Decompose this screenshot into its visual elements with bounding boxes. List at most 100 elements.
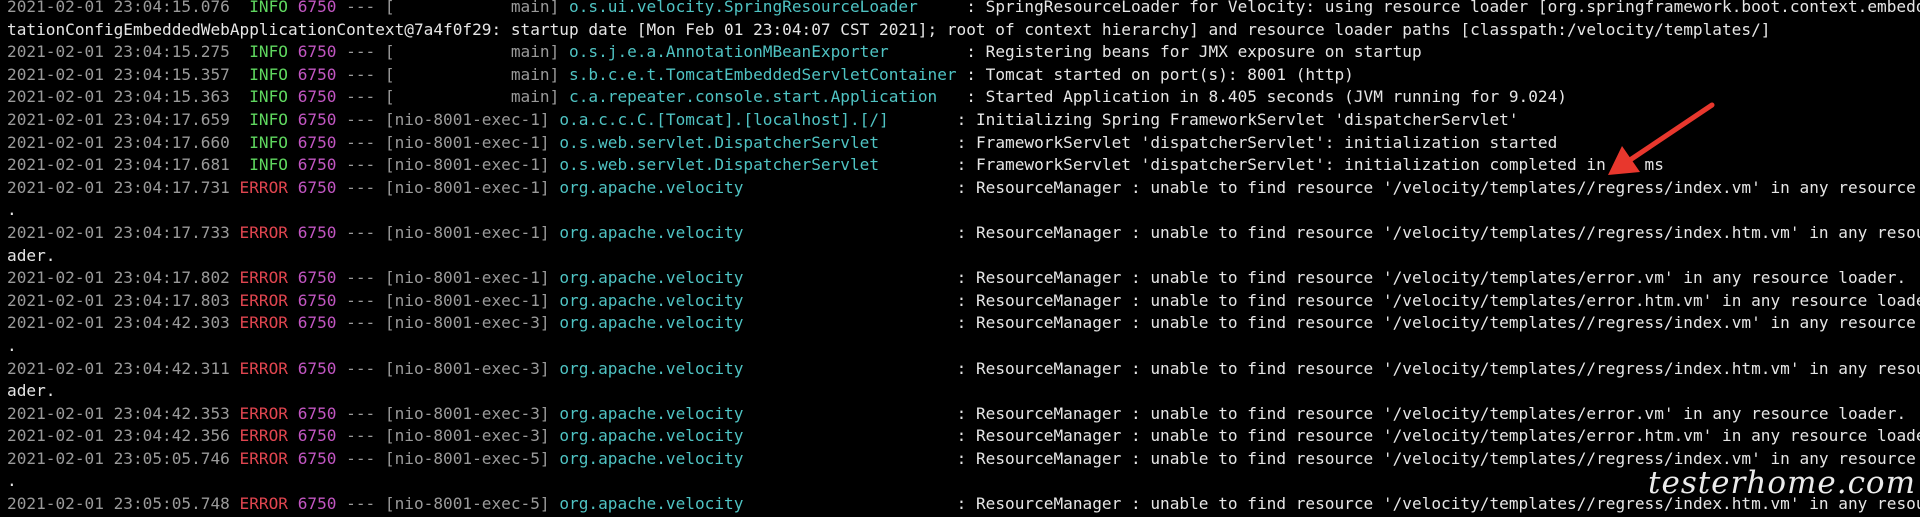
log-timestamp: 2021-02-01 23:04:15.076	[7, 0, 240, 16]
log-line: 2021-02-01 23:04:17.659 INFO 6750 --- [n…	[7, 109, 1920, 132]
log-logger: org.apache.velocity	[559, 290, 947, 310]
log-timestamp: 2021-02-01 23:04:15.363	[7, 87, 240, 107]
log-timestamp: 2021-02-01 23:04:15.357	[7, 64, 240, 84]
log-line: 2021-02-01 23:04:42.356 ERROR 6750 --- […	[7, 425, 1920, 448]
log-logger: c.a.repeater.console.start.Application	[569, 87, 957, 107]
log-info: INFO	[239, 109, 288, 129]
log-message: : ResourceManager : unable to find resou…	[946, 222, 1920, 242]
log-line: 2021-02-01 23:04:42.303 ERROR 6750 --- […	[7, 312, 1920, 335]
log-timestamp: 2021-02-01 23:04:42.303	[7, 313, 240, 333]
log-logger: org.apache.velocity	[559, 358, 947, 378]
log-pid: 6750	[288, 494, 337, 514]
log-timestamp: 2021-02-01 23:05:05.746	[7, 448, 240, 468]
log-info: INFO	[239, 132, 288, 152]
log-logger: o.s.web.servlet.DispatcherServlet	[559, 155, 947, 175]
log-thread: --- [nio-8001-exec-1]	[336, 222, 560, 242]
log-logger: org.apache.velocity	[559, 403, 947, 423]
log-thread: --- [nio-8001-exec-5]	[336, 448, 560, 468]
log-timestamp: 2021-02-01 23:04:17.659	[7, 109, 240, 129]
log-thread: --- [ main]	[336, 64, 569, 84]
log-line: 2021-02-01 23:04:17.733 ERROR 6750 --- […	[7, 222, 1920, 245]
log-timestamp: 2021-02-01 23:04:17.733	[7, 222, 240, 242]
log-error: ERROR	[239, 222, 288, 242]
log-pid: 6750	[288, 313, 337, 333]
log-timestamp: 2021-02-01 23:04:42.356	[7, 426, 240, 446]
log-message: : ResourceManager : unable to find resou…	[946, 177, 1920, 197]
log-pid: 6750	[288, 358, 337, 378]
log-message: : FrameworkServlet 'dispatcherServlet': …	[946, 155, 1664, 175]
log-timestamp: 2021-02-01 23:05:05.748	[7, 494, 240, 514]
log-logger: org.apache.velocity	[559, 426, 947, 446]
log-logger: org.apache.velocity	[559, 177, 947, 197]
log-message: : FrameworkServlet 'dispatcherServlet': …	[946, 132, 1558, 152]
log-pid: 6750	[288, 87, 337, 107]
log-message: ader.	[7, 245, 56, 265]
log-message: : ResourceManager : unable to find resou…	[946, 313, 1920, 333]
log-message: : ResourceManager : unable to find resou…	[946, 290, 1920, 310]
log-pid: 6750	[288, 155, 337, 175]
log-message: tationConfigEmbeddedWebApplicationContex…	[7, 19, 1771, 39]
log-error: ERROR	[239, 290, 288, 310]
log-thread: --- [ main]	[336, 87, 569, 107]
log-thread: --- [nio-8001-exec-1]	[336, 155, 560, 175]
log-logger: org.apache.velocity	[559, 448, 947, 468]
log-info: INFO	[239, 0, 288, 16]
log-timestamp: 2021-02-01 23:04:17.731	[7, 177, 240, 197]
log-logger: o.s.j.e.a.AnnotationMBeanExporter	[569, 42, 957, 62]
log-thread: --- [nio-8001-exec-1]	[336, 132, 560, 152]
log-info: INFO	[239, 42, 288, 62]
log-logger: s.b.c.e.t.TomcatEmbeddedServletContainer	[569, 64, 957, 84]
terminal-output[interactable]: 2021-02-01 23:04:15.076 INFO 6750 --- [ …	[0, 0, 1920, 517]
log-message: : Registering beans for JMX exposure on …	[956, 42, 1422, 62]
log-line: 2021-02-01 23:04:17.803 ERROR 6750 --- […	[7, 290, 1920, 313]
log-line: tationConfigEmbeddedWebApplicationContex…	[7, 19, 1920, 42]
log-message: .	[7, 471, 17, 491]
log-info: INFO	[239, 155, 288, 175]
log-message: : SpringResourceLoader for Velocity: usi…	[956, 0, 1920, 16]
log-line: 2021-02-01 23:04:17.681 INFO 6750 --- [n…	[7, 154, 1920, 177]
log-pid: 6750	[288, 403, 337, 423]
log-thread: --- [nio-8001-exec-3]	[336, 313, 560, 333]
log-pid: 6750	[288, 290, 337, 310]
log-pid: 6750	[288, 109, 337, 129]
log-logger: o.a.c.c.C.[Tomcat].[localhost].[/]	[559, 109, 947, 129]
log-message: .	[7, 335, 17, 355]
log-error: ERROR	[239, 403, 288, 423]
log-message: : Tomcat started on port(s): 8001 (http)	[956, 64, 1354, 84]
log-logger: org.apache.velocity	[559, 313, 947, 333]
log-error: ERROR	[239, 177, 288, 197]
log-logger: org.apache.velocity	[559, 494, 947, 514]
log-line: ader.	[7, 245, 1920, 268]
log-pid: 6750	[288, 448, 337, 468]
log-line: 2021-02-01 23:05:05.746 ERROR 6750 --- […	[7, 448, 1920, 471]
log-message: : ResourceManager : unable to find resou…	[946, 403, 1907, 423]
log-pid: 6750	[288, 42, 337, 62]
log-thread: --- [nio-8001-exec-1]	[336, 177, 560, 197]
log-error: ERROR	[239, 358, 288, 378]
log-line: ader.	[7, 380, 1920, 403]
log-message: : ResourceManager : unable to find resou…	[946, 426, 1920, 446]
log-thread: --- [nio-8001-exec-1]	[336, 290, 560, 310]
log-pid: 6750	[288, 177, 337, 197]
log-thread: --- [nio-8001-exec-1]	[336, 109, 560, 129]
log-message: : ResourceManager : unable to find resou…	[946, 268, 1907, 288]
log-line: 2021-02-01 23:04:17.660 INFO 6750 --- [n…	[7, 132, 1920, 155]
log-line: 2021-02-01 23:04:15.076 INFO 6750 --- [ …	[7, 0, 1920, 19]
log-message: ader.	[7, 381, 56, 401]
log-message: : ResourceManager : unable to find resou…	[946, 358, 1920, 378]
log-error: ERROR	[239, 313, 288, 333]
watermark-text: testerhome.com	[1648, 465, 1916, 501]
log-line: 2021-02-01 23:04:17.802 ERROR 6750 --- […	[7, 267, 1920, 290]
log-thread: --- [nio-8001-exec-5]	[336, 494, 560, 514]
log-line: 2021-02-01 23:04:42.311 ERROR 6750 --- […	[7, 358, 1920, 381]
log-line: .	[7, 199, 1920, 222]
log-error: ERROR	[239, 448, 288, 468]
log-timestamp: 2021-02-01 23:04:17.660	[7, 132, 240, 152]
log-line: 2021-02-01 23:04:15.357 INFO 6750 --- [ …	[7, 64, 1920, 87]
log-logger: org.apache.velocity	[559, 268, 947, 288]
log-timestamp: 2021-02-01 23:04:42.311	[7, 358, 240, 378]
log-thread: --- [nio-8001-exec-1]	[336, 268, 560, 288]
log-timestamp: 2021-02-01 23:04:42.353	[7, 403, 240, 423]
log-logger: o.s.ui.velocity.SpringResourceLoader	[569, 0, 957, 16]
log-pid: 6750	[288, 426, 337, 446]
